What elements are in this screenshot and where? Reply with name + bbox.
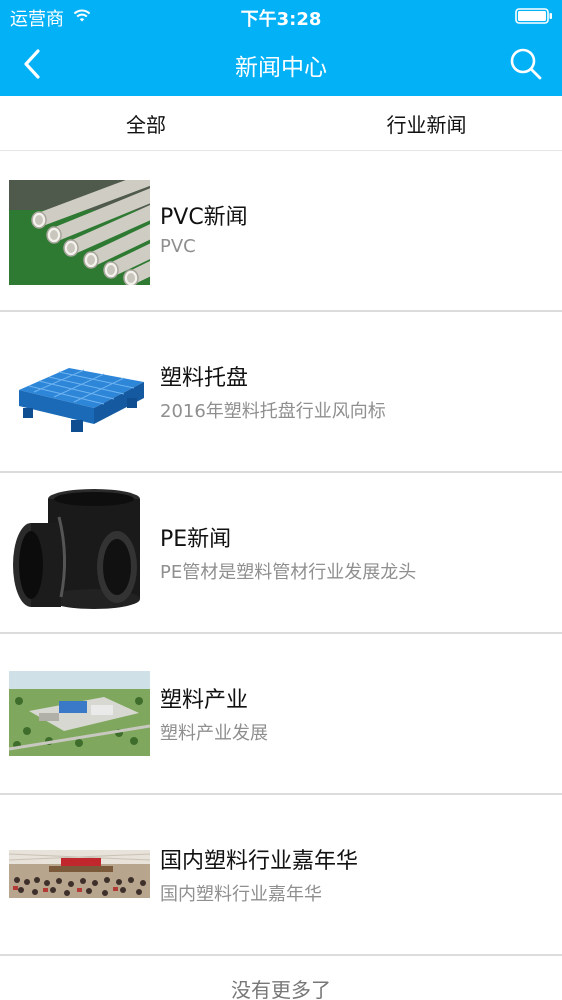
tab-industry-news[interactable]: 行业新闻 xyxy=(286,96,562,151)
news-item-title: 国内塑料行业嘉年华 xyxy=(160,849,359,874)
news-item-subtitle: PVC xyxy=(160,236,196,257)
app-header: 运营商 下午3:28 新闻中心 xyxy=(0,0,562,96)
news-item-subtitle: 国内塑料行业嘉年华 xyxy=(160,884,322,905)
industrial-park-image xyxy=(9,671,150,756)
nav-bar: 新闻中心 xyxy=(0,32,562,96)
news-item-carnival[interactable]: 国内塑料行业嘉年华 国内塑料行业嘉年华 xyxy=(0,795,562,956)
tab-all[interactable]: 全部 xyxy=(8,96,284,151)
news-item-pvc[interactable]: PVC新闻 PVC xyxy=(0,151,562,312)
news-list: PVC新闻 PVC 塑料托盘 2016年塑料托盘行业风向标 PE新闻 PE管材是… xyxy=(0,151,562,956)
news-item-subtitle: 塑料产业发展 xyxy=(160,723,268,744)
category-tabs: 全部 行业新闻 xyxy=(0,96,562,151)
plastic-pallet-image xyxy=(9,350,150,440)
news-item-title: 塑料产业 xyxy=(160,688,249,713)
news-item-title: PVC新闻 xyxy=(160,205,248,230)
news-item-pallet[interactable]: 塑料托盘 2016年塑料托盘行业风向标 xyxy=(0,312,562,473)
conference-image xyxy=(9,850,150,898)
page-title: 新闻中心 xyxy=(235,55,327,81)
news-item-subtitle: 2016年塑料托盘行业风向标 xyxy=(160,401,386,422)
search-button[interactable] xyxy=(502,40,550,88)
pvc-pipes-image xyxy=(9,180,150,285)
news-item-title: 塑料托盘 xyxy=(160,366,249,391)
status-time: 下午3:28 xyxy=(240,9,322,30)
search-icon xyxy=(510,48,542,80)
battery-icon xyxy=(515,8,552,24)
pe-fitting-image xyxy=(9,487,150,621)
news-item-title: PE新闻 xyxy=(160,527,232,552)
news-item-industry[interactable]: 塑料产业 塑料产业发展 xyxy=(0,634,562,795)
news-item-subtitle: PE管材是塑料管材行业发展龙头 xyxy=(160,562,417,583)
status-bar: 运营商 下午3:28 xyxy=(0,0,562,32)
no-more-label: 没有更多了 xyxy=(231,978,331,1000)
news-item-pe[interactable]: PE新闻 PE管材是塑料管材行业发展龙头 xyxy=(0,473,562,634)
